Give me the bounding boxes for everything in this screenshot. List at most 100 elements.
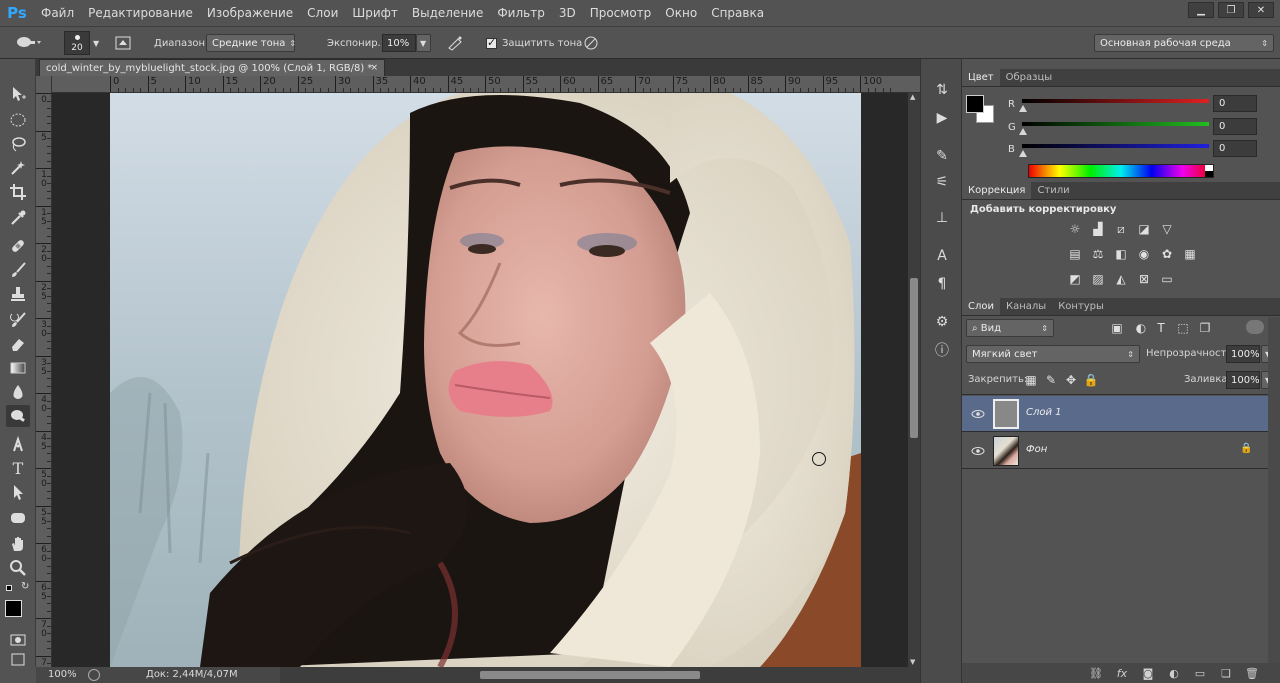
eye-icon[interactable] — [971, 407, 985, 421]
swap-colors-icon[interactable]: ↻ — [21, 581, 29, 592]
green-value-input[interactable]: 0 — [1213, 118, 1257, 135]
opacity-input[interactable]: 100% — [1226, 345, 1260, 363]
menu-3d[interactable]: 3D — [552, 0, 583, 27]
fill-input[interactable]: 100% — [1226, 371, 1260, 389]
brush-presets-panel-icon[interactable]: ✎ — [931, 145, 953, 167]
gradient-map-icon[interactable]: ▭ — [1158, 271, 1176, 287]
shape-tool[interactable] — [6, 507, 30, 529]
layer-filter-dropdown[interactable]: ⌕ Вид ⇕ — [966, 319, 1054, 337]
layer-row-fon[interactable]: Фон 🔒 — [962, 433, 1268, 469]
screen-mode-button[interactable] — [6, 653, 30, 667]
menu-image[interactable]: Изображение — [200, 0, 300, 27]
document-canvas-image[interactable] — [110, 93, 861, 667]
menu-help[interactable]: Справка — [704, 0, 771, 27]
tab-paths[interactable]: Контуры — [1052, 298, 1110, 315]
photo-filter-icon[interactable]: ◉ — [1135, 246, 1153, 262]
type-tool[interactable]: T — [6, 457, 30, 479]
eye-icon[interactable] — [971, 444, 985, 458]
tab-channels[interactable]: Каналы — [1000, 298, 1052, 315]
layers-scrollbar[interactable] — [1268, 317, 1280, 663]
menu-view[interactable]: Просмотр — [583, 0, 659, 27]
brush-tool[interactable] — [6, 259, 30, 281]
vertical-scroll-thumb[interactable] — [910, 278, 918, 438]
tab-styles[interactable]: Стили — [1031, 182, 1075, 199]
filter-type-icon[interactable]: T — [1152, 320, 1170, 336]
pressure-toggle[interactable] — [582, 27, 600, 59]
color-foreground-swatch[interactable] — [966, 95, 984, 113]
layer-style-fx-icon[interactable]: fx — [1114, 665, 1130, 681]
minimize-button[interactable]: ▁ — [1188, 2, 1214, 18]
curves-icon[interactable]: ⧄ — [1112, 221, 1130, 237]
vertical-scrollbar[interactable]: ▲ ▼ — [908, 93, 920, 667]
pen-tool[interactable] — [6, 433, 30, 455]
clone-stamp-tool[interactable] — [6, 283, 30, 305]
character-panel-icon[interactable]: A — [931, 245, 953, 267]
brush-panel-toggle[interactable] — [114, 27, 132, 59]
history-panel-icon[interactable]: ⇅ — [931, 79, 953, 101]
exposure-slider-toggle[interactable]: ▼ — [416, 34, 431, 52]
airbrush-toggle[interactable] — [446, 27, 464, 59]
color-balance-icon[interactable]: ⚖ — [1089, 246, 1107, 262]
exposure-adjust-icon[interactable]: ◪ — [1135, 221, 1153, 237]
lasso-tool[interactable] — [6, 133, 30, 155]
eyedropper-tool[interactable] — [6, 207, 30, 229]
menu-edit[interactable]: Редактирование — [81, 0, 200, 27]
status-info-icon[interactable] — [88, 669, 100, 681]
menu-type[interactable]: Шрифт — [345, 0, 405, 27]
workspace-dropdown[interactable]: Основная рабочая среда ⇕ — [1094, 34, 1274, 52]
hand-tool[interactable] — [6, 533, 30, 555]
actions-panel-icon[interactable]: ▶ — [931, 107, 953, 129]
crop-tool[interactable] — [6, 181, 30, 203]
blue-slider-handle-icon[interactable] — [1019, 150, 1027, 157]
tab-layers[interactable]: Слои — [962, 298, 1000, 315]
color-lookup-icon[interactable]: ▦ — [1181, 246, 1199, 262]
menu-layers[interactable]: Слои — [300, 0, 345, 27]
filter-smart-object-icon[interactable]: ❐ — [1196, 320, 1214, 336]
clone-source-panel-icon[interactable]: ⊥ — [931, 207, 953, 229]
selective-color-icon[interactable]: ⊠ — [1135, 271, 1153, 287]
history-brush-tool[interactable] — [6, 309, 30, 331]
filter-adjustment-icon[interactable]: ◐ — [1132, 320, 1150, 336]
posterize-icon[interactable]: ▨ — [1089, 271, 1107, 287]
red-slider[interactable] — [1022, 99, 1209, 103]
new-adjustment-layer-icon[interactable]: ◐ — [1166, 665, 1182, 681]
add-mask-icon[interactable]: ◙ — [1140, 665, 1156, 681]
menu-select[interactable]: Выделение — [405, 0, 490, 27]
filter-pixel-icon[interactable]: ▣ — [1108, 320, 1126, 336]
delete-layer-icon[interactable]: 🗑 — [1244, 665, 1260, 681]
dodge-tool[interactable] — [6, 405, 30, 427]
zoom-level[interactable]: 100% — [48, 669, 77, 680]
quick-selection-tool[interactable] — [6, 157, 30, 179]
threshold-icon[interactable]: ◭ — [1112, 271, 1130, 287]
lock-position-icon[interactable]: ✥ — [1062, 372, 1080, 388]
brightness-contrast-icon[interactable]: ☼ — [1066, 221, 1084, 237]
brush-panel-icon[interactable]: ⚟ — [931, 171, 953, 193]
scroll-up-icon[interactable]: ▲ — [910, 93, 915, 101]
layer-name[interactable]: Фон — [1026, 444, 1047, 455]
close-tab-icon[interactable]: × — [370, 63, 378, 73]
filter-shape-icon[interactable]: ⬚ — [1174, 320, 1192, 336]
new-group-icon[interactable]: ▭ — [1192, 665, 1208, 681]
color-spectrum-bar[interactable] — [1028, 164, 1214, 178]
foreground-color-swatch[interactable] — [5, 600, 22, 617]
tab-color[interactable]: Цвет — [962, 69, 1000, 86]
vertical-ruler[interactable]: 051 01 52 02 53 03 54 04 55 05 56 06 57 … — [36, 76, 52, 667]
layer-row-sloi1[interactable]: Слой 1 — [962, 396, 1268, 432]
protect-tones-checkbox[interactable]: Защитить тона — [486, 27, 582, 59]
tab-swatches[interactable]: Образцы — [1000, 69, 1059, 86]
restore-button[interactable]: ❐ — [1218, 2, 1244, 18]
zoom-tool[interactable] — [6, 557, 30, 579]
paragraph-panel-icon[interactable]: ¶ — [931, 273, 953, 295]
menu-file[interactable]: Файл — [34, 0, 81, 27]
lock-pixels-icon[interactable]: ✎ — [1042, 372, 1060, 388]
link-layers-icon[interactable]: ⛓ — [1088, 665, 1104, 681]
gradient-tool[interactable] — [6, 357, 30, 379]
green-slider[interactable] — [1022, 122, 1209, 126]
levels-icon[interactable]: ▟ — [1089, 221, 1107, 237]
scroll-down-icon[interactable]: ▼ — [910, 658, 915, 666]
marquee-tool[interactable] — [6, 109, 30, 131]
layer-filter-toggle[interactable] — [1246, 320, 1264, 334]
info-panel-icon[interactable]: ⓘ — [931, 339, 953, 361]
red-value-input[interactable]: 0 — [1213, 95, 1257, 112]
invert-icon[interactable]: ◩ — [1066, 271, 1084, 287]
